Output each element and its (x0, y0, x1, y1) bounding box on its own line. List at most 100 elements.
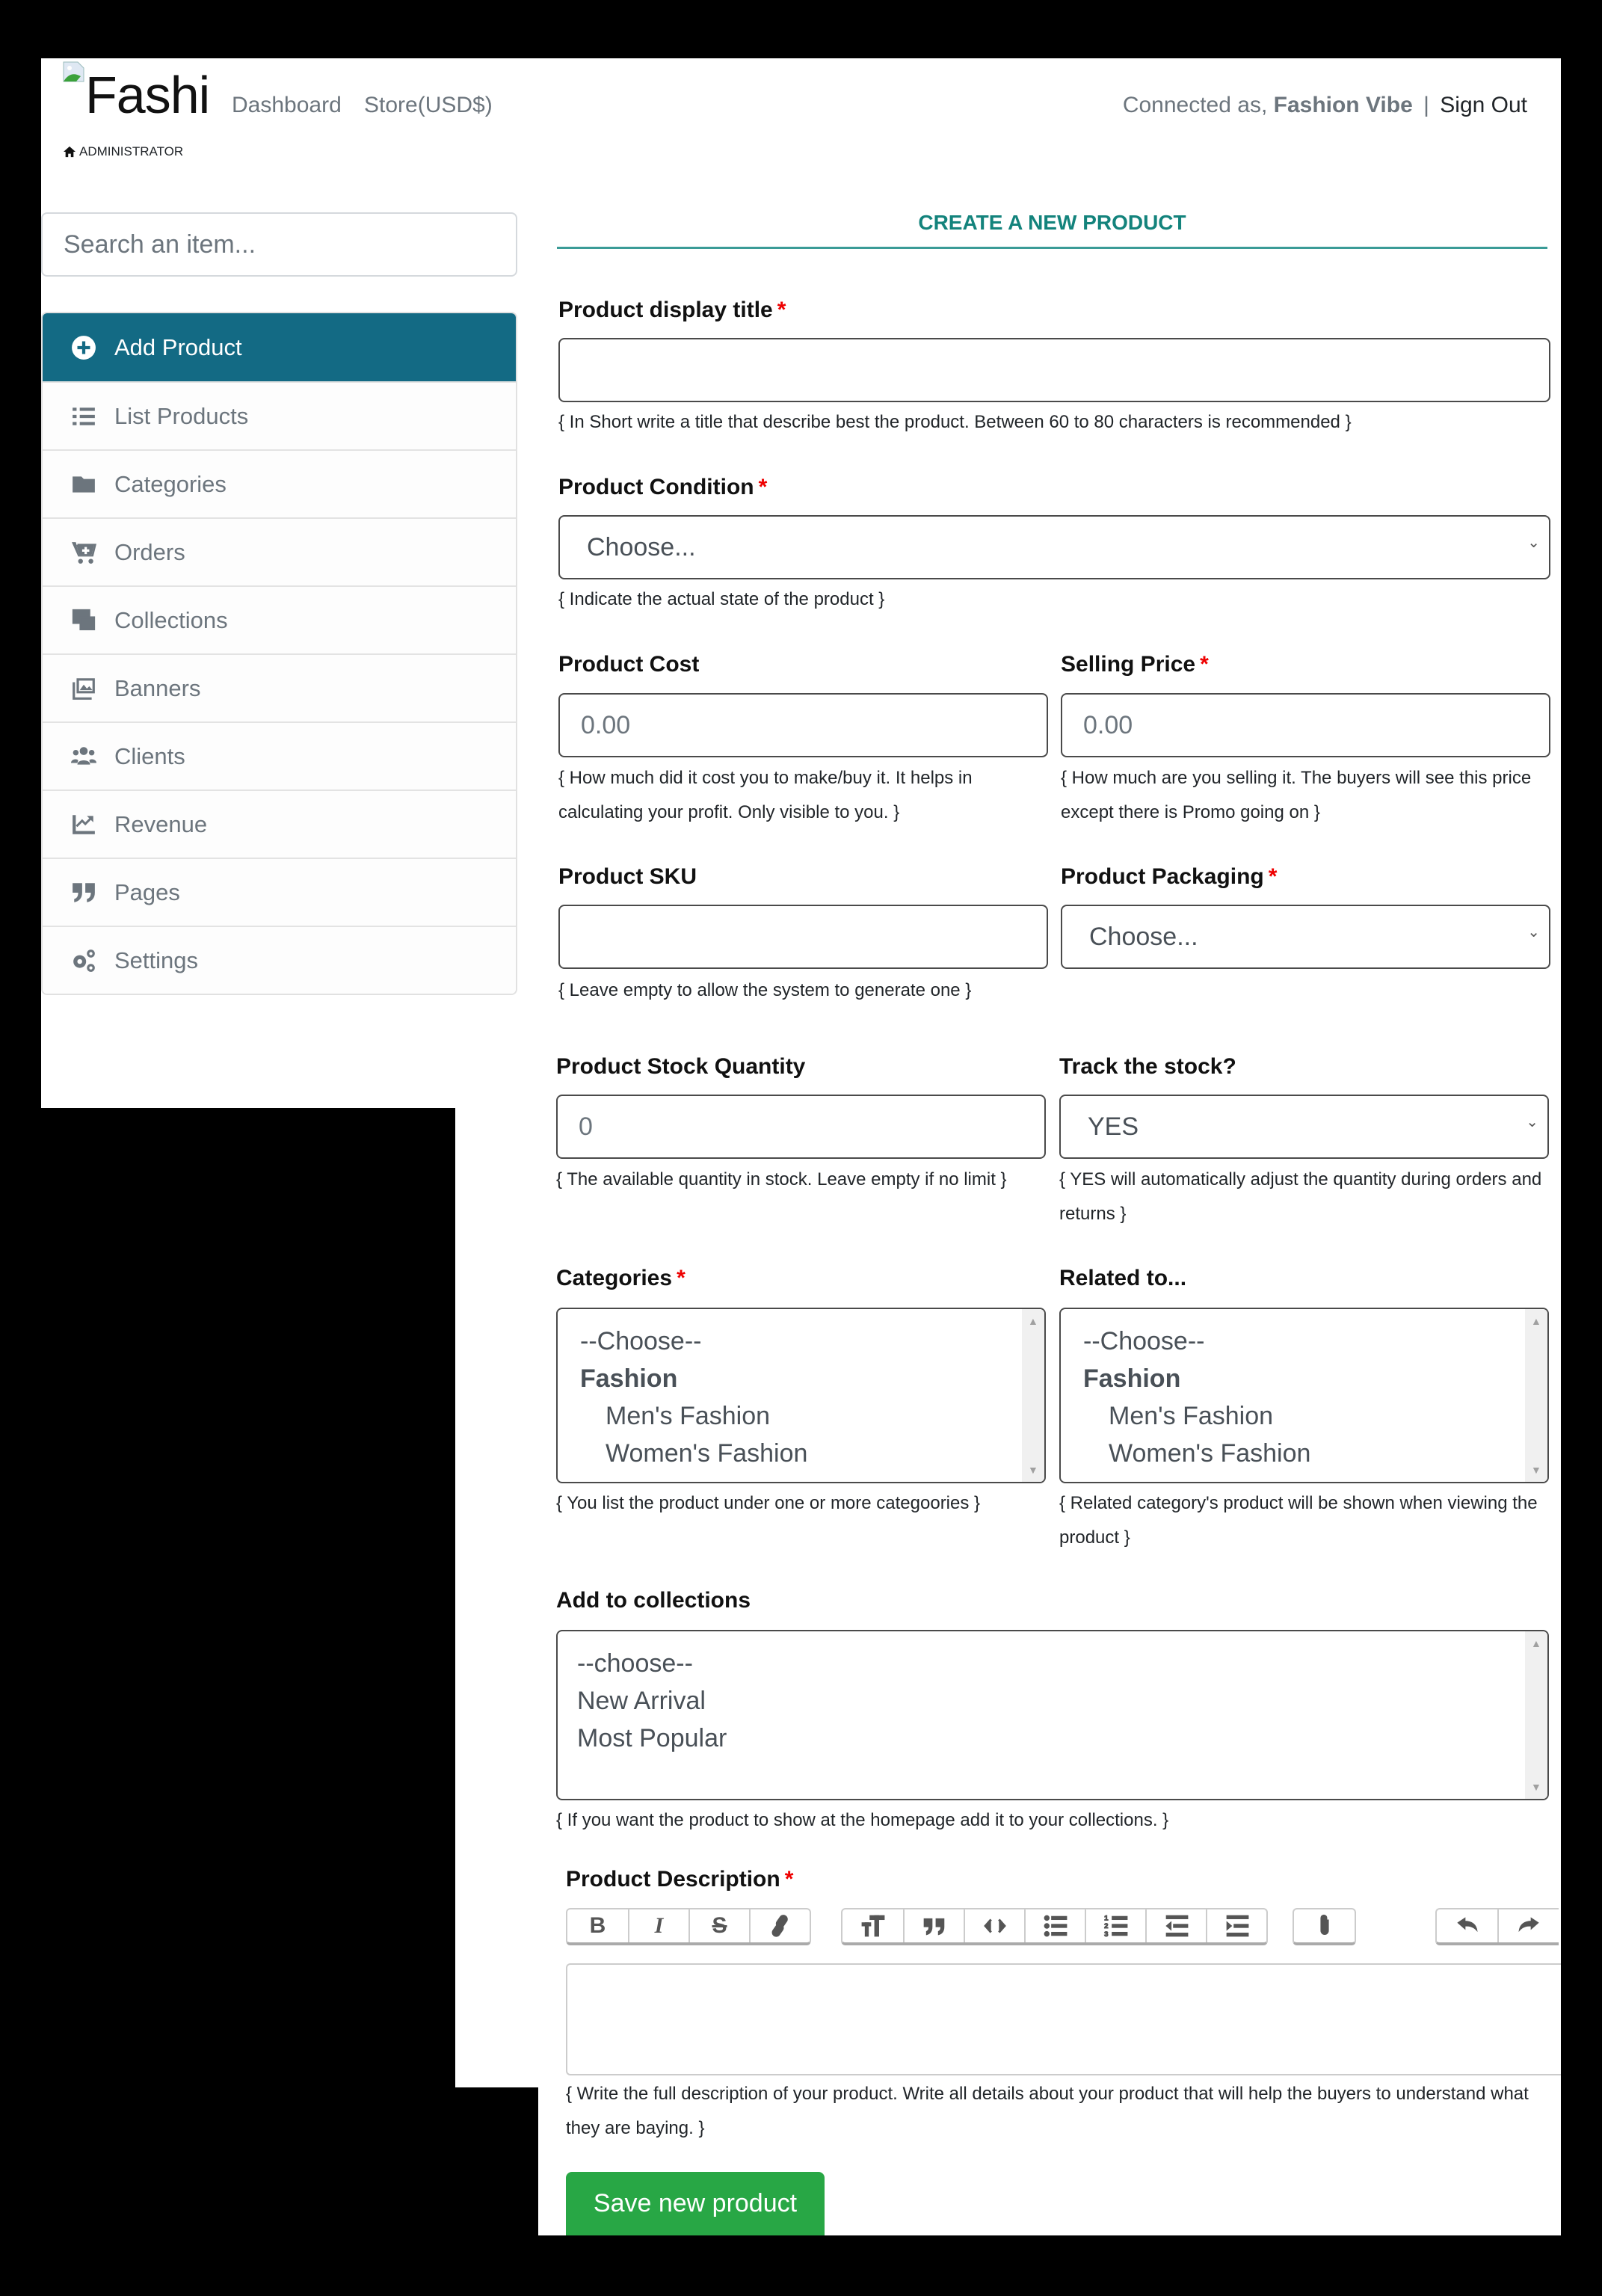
broken-logo-image-icon (63, 61, 85, 82)
scroll-up-icon[interactable]: ▲ (1531, 1315, 1541, 1327)
cost-input[interactable]: 0.00 (558, 693, 1048, 757)
undo-button[interactable] (1437, 1909, 1497, 1942)
cogs-icon (70, 948, 98, 973)
listbox-option[interactable]: Women's Fashion (1061, 1435, 1547, 1472)
stock-input[interactable]: 0 (556, 1095, 1046, 1159)
required-mark: * (758, 475, 768, 499)
scrollbar[interactable]: ▲ ▼ (1525, 1309, 1547, 1482)
brand-logo[interactable]: Fashi (85, 69, 210, 121)
listbox-option[interactable]: Men's Fashion (1061, 1397, 1547, 1435)
redo-button[interactable] (1497, 1909, 1559, 1942)
bullet-list-icon (1044, 1915, 1067, 1937)
bullet-list-button[interactable] (1024, 1909, 1085, 1942)
sidebar-item-banners[interactable]: Banners (43, 653, 516, 721)
collections-label: Add to collections (556, 1588, 751, 1613)
quote-icon (923, 1918, 944, 1936)
track-stock-select[interactable]: YES (1059, 1095, 1549, 1159)
user-area: Connected as, Fashion Vibe | Sign Out (1123, 93, 1527, 118)
bold-button[interactable]: B (567, 1909, 628, 1942)
bold-icon: B (589, 1913, 606, 1938)
description-help: { Write the full description of your pro… (566, 2084, 1529, 2138)
categories-listbox[interactable]: --Choose-- Fashion Men's Fashion Women's… (556, 1308, 1046, 1483)
code-icon (983, 1918, 1006, 1933)
scroll-down-icon[interactable]: ▼ (1028, 1464, 1038, 1476)
save-product-button[interactable]: Save new product (566, 2172, 825, 2235)
scrollbar[interactable]: ▲ ▼ (1022, 1309, 1044, 1482)
code-button[interactable] (964, 1909, 1024, 1942)
outdent-button[interactable] (1145, 1909, 1206, 1942)
required-mark: * (784, 1867, 794, 1892)
sidebar-item-label: Clients (114, 742, 185, 769)
sign-out-link[interactable]: Sign Out (1440, 93, 1527, 117)
packaging-select[interactable]: Choose... (1061, 905, 1550, 969)
sidebar-item-categories[interactable]: Categories (43, 449, 516, 517)
sidebar-item-collections[interactable]: Collections (43, 585, 516, 653)
sku-input[interactable] (558, 905, 1048, 969)
listbox-optgroup: Fashion (580, 1364, 678, 1393)
collections-listbox[interactable]: --choose-- New Arrival Most Popular ▲ ▼ (556, 1630, 1549, 1800)
listbox-option[interactable]: --Choose-- (558, 1323, 1044, 1360)
strikethrough-button[interactable]: S (688, 1909, 749, 1942)
sidebar-item-orders[interactable]: Orders (43, 517, 516, 585)
required-mark: * (1200, 652, 1209, 677)
search-input[interactable]: Search an item... (41, 212, 517, 277)
condition-help: { Indicate the actual state of the produ… (558, 589, 885, 609)
attach-button[interactable] (1294, 1909, 1355, 1942)
link-icon (771, 1915, 788, 1937)
user-name[interactable]: Fashion Vibe (1274, 93, 1413, 117)
listbox-option[interactable]: New Arrival (558, 1682, 1547, 1720)
indent-button[interactable] (1206, 1909, 1266, 1942)
scroll-up-icon[interactable]: ▲ (1028, 1315, 1038, 1327)
listbox-option[interactable]: --Choose-- (1061, 1323, 1547, 1360)
object-group-icon (70, 608, 98, 633)
listbox-option[interactable]: Men's Fashion (558, 1397, 1044, 1435)
sidebar-item-revenue[interactable]: Revenue (43, 790, 516, 858)
quote-button[interactable] (903, 1909, 964, 1942)
quote-right-icon (70, 880, 98, 905)
related-help: { Related category's product will be sho… (1059, 1493, 1538, 1548)
display-title-help: { In Short write a title that describe b… (558, 412, 1352, 432)
label-text: Selling Price (1061, 652, 1196, 677)
sidebar-item-list-products[interactable]: List Products (43, 381, 516, 449)
link-button[interactable] (749, 1909, 810, 1942)
price-input[interactable]: 0.00 (1061, 693, 1550, 757)
nav-store[interactable]: Store(USD$) (364, 93, 493, 118)
redo-icon (1518, 1917, 1539, 1933)
connected-prefix: Connected as, (1122, 93, 1268, 117)
sidebar-item-clients[interactable]: Clients (43, 721, 516, 790)
scrollbar[interactable]: ▲ ▼ (1525, 1631, 1547, 1799)
list-icon (70, 404, 98, 429)
listbox-option[interactable]: --choose-- (558, 1645, 1547, 1682)
title-divider (557, 247, 1547, 249)
outdent-icon (1165, 1915, 1188, 1937)
nav-dashboard[interactable]: Dashboard (232, 93, 342, 118)
scroll-down-icon[interactable]: ▼ (1531, 1464, 1541, 1476)
sidebar-item-settings[interactable]: Settings (43, 926, 516, 994)
italic-button[interactable]: I (628, 1909, 688, 1942)
related-label: Related to... (1059, 1266, 1187, 1290)
condition-select[interactable]: Choose... (558, 515, 1550, 579)
numbered-list-button[interactable]: 123 (1085, 1909, 1145, 1942)
role-tag: ADMINISTRATOR (63, 144, 183, 159)
display-title-input[interactable] (558, 338, 1550, 402)
sidebar-item-label: Banners (114, 674, 201, 701)
role-label: ADMINISTRATOR (79, 144, 184, 158)
sidebar-item-pages[interactable]: Pages (43, 858, 516, 926)
sidebar-item-label: Pages (114, 878, 180, 905)
scroll-up-icon[interactable]: ▲ (1531, 1637, 1541, 1649)
required-mark: * (677, 1266, 686, 1290)
heading-button[interactable] (842, 1909, 903, 1942)
toolbar-group-history (1435, 1908, 1559, 1945)
home-icon (64, 146, 76, 158)
listbox-option[interactable]: Most Popular (558, 1720, 1547, 1757)
users-icon (70, 744, 98, 769)
track-stock-label: Track the stock? (1059, 1054, 1236, 1079)
scroll-down-icon[interactable]: ▼ (1531, 1781, 1541, 1793)
cost-help: { How much did it cost you to make/buy i… (558, 768, 973, 822)
sidebar-item-label: Settings (114, 947, 199, 973)
listbox-option[interactable]: Women's Fashion (558, 1435, 1044, 1472)
related-listbox[interactable]: --Choose-- Fashion Men's Fashion Women's… (1059, 1308, 1549, 1483)
description-editor[interactable] (566, 1963, 1561, 2075)
sidebar-item-label: Revenue (114, 810, 208, 837)
sidebar-item-add-product[interactable]: Add Product (43, 313, 516, 381)
